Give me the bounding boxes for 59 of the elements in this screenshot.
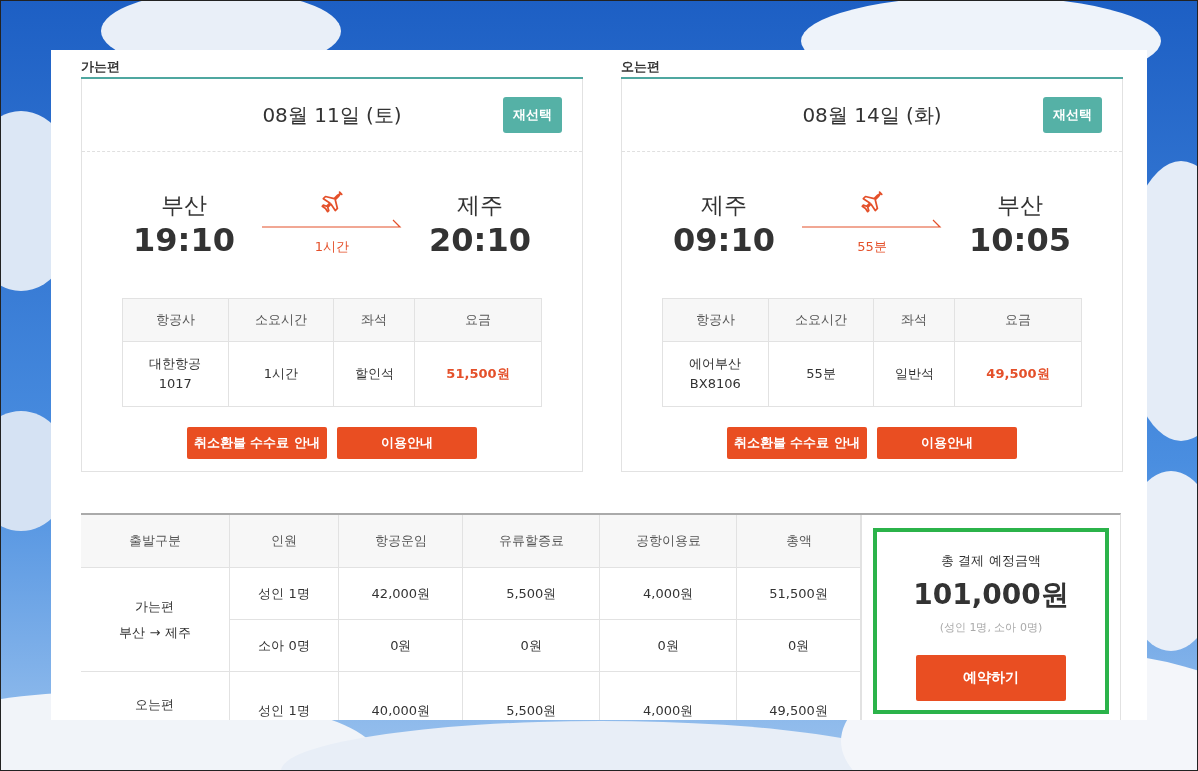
table-cell: 51,500원 [736, 567, 861, 620]
column-header: 출발구분 [81, 515, 230, 568]
departure-time: 09:10 [672, 221, 776, 259]
info-button[interactable]: 이용안내 [337, 427, 477, 459]
reselect-button[interactable]: 재선택 [503, 97, 562, 133]
departure-city: 부산 [160, 191, 208, 220]
info-button[interactable]: 이용안내 [877, 427, 1017, 459]
flight-duration: 1시간 [314, 238, 350, 256]
direction-label: 오는편 [134, 696, 176, 714]
table-cell: 49,500원 [954, 341, 1082, 407]
column-header: 총액 [736, 515, 861, 568]
column-header: 유류할증료 [462, 515, 600, 568]
arrival-time: 20:10 [428, 221, 532, 259]
column-header: 항공사 [122, 298, 229, 342]
summary-label: 총 결제 예정금액 [940, 552, 1042, 570]
direction-label: 가는편 [134, 597, 176, 616]
table-cell: 성인 1명 [229, 567, 339, 620]
table-cell: 0원 [462, 619, 600, 672]
section-title: 가는편 [81, 57, 583, 79]
departure-city: 제주 [700, 191, 748, 220]
column-header: 항공운임 [338, 515, 463, 568]
table-cell: 0원 [736, 619, 861, 672]
column-header: 항공사 [662, 298, 769, 342]
column-header: 소요시간 [228, 298, 334, 342]
column-header: 좌석 [333, 298, 415, 342]
arrival-time: 10:05 [968, 221, 1072, 259]
table-cell: 51,500원 [414, 341, 542, 407]
arrival-city: 제주 [456, 191, 504, 220]
column-header: 소요시간 [768, 298, 874, 342]
flight-duration: 55분 [857, 238, 887, 256]
table-cell: 에어부산 BX8106 [662, 341, 769, 407]
flight-date: 08월 14일 (화) [802, 101, 942, 129]
column-header: 요금 [414, 298, 542, 342]
departure-time: 19:10 [132, 221, 236, 259]
flight-date: 08월 11일 (토) [262, 101, 402, 129]
reselect-button[interactable]: 재선택 [1043, 97, 1102, 133]
table-cell: 1시간 [228, 341, 334, 407]
table-cell: 4,000원 [599, 567, 737, 620]
section-title: 오는편 [621, 57, 1123, 79]
arrival-city: 부산 [996, 191, 1044, 220]
table-cell: 55분 [768, 341, 874, 407]
total-amount: 101,000원 [912, 577, 1070, 613]
table-cell: 0원 [599, 619, 737, 672]
column-header: 요금 [954, 298, 1082, 342]
table-cell: 42,000원 [338, 567, 463, 620]
column-header: 좌석 [873, 298, 955, 342]
column-header: 공항이용료 [599, 515, 737, 568]
table-cell: 대한항공 1017 [122, 341, 229, 407]
passenger-note: (성인 1명, 소아 0명) [938, 620, 1044, 635]
reserve-button[interactable]: 예약하기 [916, 655, 1066, 701]
table-cell: 소아 0명 [229, 619, 339, 672]
table-cell: 일반석 [873, 341, 955, 407]
info-button[interactable]: 취소환불 수수료 안내 [727, 427, 867, 459]
column-header: 인원 [229, 515, 339, 568]
info-button[interactable]: 취소환불 수수료 안내 [187, 427, 327, 459]
table-cell: 5,500원 [462, 567, 600, 620]
route-label: 부산 → 제주 [118, 623, 192, 642]
table-cell: 0원 [338, 619, 463, 672]
table-cell: 할인석 [333, 341, 415, 407]
